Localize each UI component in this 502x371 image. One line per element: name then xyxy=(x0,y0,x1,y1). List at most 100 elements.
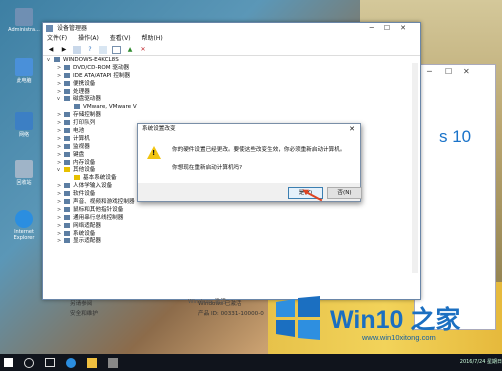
menu-action[interactable]: 操作(A) xyxy=(78,35,99,42)
tree-item[interactable]: > DVD/CD-ROM 驱动器 xyxy=(47,64,407,73)
collapse-arrow-icon[interactable]: > xyxy=(57,199,64,207)
system-info-strip: 另请参阅 Windows 已激活 安全和维护 产品 ID: 00331-1000… xyxy=(70,299,270,319)
tree-item[interactable]: > 鼠标和其他指针设备 xyxy=(47,206,407,215)
tree-item[interactable]: > 显示适配器 xyxy=(47,238,407,246)
monitor-icon[interactable] xyxy=(112,45,121,54)
uninstall-icon[interactable]: ✕ xyxy=(139,46,147,54)
desktop-icon-label: Administra... xyxy=(8,27,40,33)
collapse-arrow-icon[interactable]: > xyxy=(57,112,64,120)
tree-item[interactable]: > 通用串行总线控制器 xyxy=(47,214,407,223)
collapse-arrow-icon[interactable]: > xyxy=(57,160,64,168)
device-icon xyxy=(64,135,70,141)
desktop-icon-ie[interactable]: Internet Explorer xyxy=(4,210,44,241)
toolbar: ◀ ▶ ? ▲ ✕ xyxy=(43,44,420,56)
collapse-arrow-icon[interactable]: > xyxy=(57,73,64,81)
info-label[interactable]: 安全和维护 xyxy=(70,311,98,317)
menu-bar: 文件(F) 操作(A) 查看(V) 帮助(H) xyxy=(43,34,420,44)
collapse-arrow-icon[interactable]: > xyxy=(57,65,64,73)
tree-item[interactable]: v WINDOWS-E4KCL8S xyxy=(47,57,407,65)
device-icon xyxy=(64,206,70,212)
scrollbar[interactable] xyxy=(412,63,418,273)
user-folder-icon xyxy=(15,8,33,26)
minimize-icon[interactable]: ─ xyxy=(427,67,432,76)
device-icon xyxy=(64,112,70,118)
maximize-icon[interactable]: ☐ xyxy=(445,67,452,76)
collapse-arrow-icon[interactable]: > xyxy=(57,223,64,231)
tree-item-label: 内存设备 xyxy=(73,159,96,166)
device-icon xyxy=(54,57,60,62)
device-icon xyxy=(74,104,80,110)
start-icon[interactable] xyxy=(4,358,13,367)
tree-item[interactable]: v 磁盘驱动器 xyxy=(47,96,407,104)
collapse-arrow-icon[interactable]: > xyxy=(57,128,64,136)
tree-item[interactable]: > 存储控制器 xyxy=(47,112,407,120)
activation-text: Windows 激活 xyxy=(188,299,226,305)
desktop-icon-network[interactable]: 网络 xyxy=(4,112,44,138)
desktop-icon-label: 此电脑 xyxy=(16,78,32,84)
tree-item-label: 电池 xyxy=(73,128,85,135)
desktop-icon-user[interactable]: Administra... xyxy=(4,8,44,33)
tree-item-label: 存储控制器 xyxy=(73,112,101,119)
collapse-arrow-icon[interactable]: > xyxy=(57,215,64,223)
device-icon xyxy=(64,143,70,149)
collapse-arrow-icon[interactable]: > xyxy=(57,152,64,160)
menu-view[interactable]: 查看(V) xyxy=(110,35,131,42)
task-view-icon[interactable] xyxy=(45,358,55,367)
expand-arrow-icon[interactable]: v xyxy=(57,96,64,104)
collapse-arrow-icon[interactable]: > xyxy=(57,207,64,215)
device-icon xyxy=(64,151,70,157)
tree-item-label: 显示适配器 xyxy=(73,238,101,245)
device-manager-icon xyxy=(46,25,53,32)
desktop-icon-recycle-bin[interactable]: 回收站 xyxy=(4,160,44,186)
desktop-icon-this-pc[interactable]: 此电脑 xyxy=(4,58,44,84)
tree-item-label: 基本系统设备 xyxy=(83,175,117,182)
store-icon[interactable] xyxy=(108,357,118,368)
collapse-arrow-icon[interactable]: > xyxy=(57,231,64,239)
back-icon[interactable]: ◀ xyxy=(47,46,55,54)
scan-icon[interactable] xyxy=(99,45,107,54)
recycle-bin-icon xyxy=(15,160,33,178)
info-row: 安全和维护 产品 ID: 00331-10000-0 xyxy=(70,309,270,319)
menu-help[interactable]: 帮助(H) xyxy=(142,35,163,42)
expand-arrow-icon[interactable]: v xyxy=(47,57,54,65)
no-button[interactable]: 否(N) xyxy=(327,187,362,199)
collapse-arrow-icon[interactable]: > xyxy=(57,81,64,89)
edge-icon[interactable] xyxy=(66,357,76,368)
search-icon[interactable] xyxy=(24,357,34,368)
update-driver-icon[interactable]: ▲ xyxy=(126,46,134,54)
dialog-title-bar: 系统设置改变 ✕ xyxy=(138,124,360,135)
tree-item-label: 声音、视频和游戏控制器 xyxy=(73,199,135,206)
menu-file[interactable]: 文件(F) xyxy=(47,35,67,42)
desktop-icon-label: 网络 xyxy=(18,132,29,138)
tree-item-label: 便携设备 xyxy=(73,80,96,87)
clock[interactable]: 2016/7/24 星期日 xyxy=(460,358,502,365)
collapse-arrow-icon[interactable]: > xyxy=(57,89,64,97)
collapse-arrow-icon[interactable]: > xyxy=(57,238,64,246)
close-icon[interactable]: ✕ xyxy=(349,124,355,135)
tree-item[interactable]: > 网络适配器 xyxy=(47,222,407,231)
windows-brand-text: s 10 xyxy=(439,127,472,146)
tree-item[interactable]: > 处理器 xyxy=(47,88,407,97)
file-explorer-icon[interactable] xyxy=(87,357,97,368)
device-icon xyxy=(64,88,70,94)
collapse-arrow-icon[interactable]: > xyxy=(57,183,64,191)
tree-item[interactable]: > 系统设备 xyxy=(47,230,407,239)
tree-item[interactable]: > 便携设备 xyxy=(47,80,407,89)
properties-icon[interactable] xyxy=(73,45,81,54)
close-icon[interactable]: ✕ xyxy=(463,67,470,76)
help-icon[interactable]: ? xyxy=(86,46,94,54)
window-controls[interactable]: ─☐✕ xyxy=(370,23,416,34)
device-icon xyxy=(64,230,70,236)
forward-icon[interactable]: ▶ xyxy=(60,46,68,54)
expand-arrow-icon[interactable]: v xyxy=(57,167,64,175)
collapse-arrow-icon[interactable]: > xyxy=(57,191,64,199)
dialog-title: 系统设置改变 xyxy=(142,126,176,132)
tree-item[interactable]: VMware, VMware V xyxy=(47,104,407,112)
device-icon xyxy=(64,64,70,70)
collapse-arrow-icon[interactable]: > xyxy=(57,120,64,128)
tree-item[interactable]: > IDE ATA/ATAPI 控制器 xyxy=(47,72,407,81)
collapse-arrow-icon[interactable]: > xyxy=(57,144,64,152)
collapse-arrow-icon[interactable]: > xyxy=(57,136,64,144)
tree-item-label: WINDOWS-E4KCL8S xyxy=(63,57,119,63)
info-label[interactable]: 另请参阅 xyxy=(70,301,92,307)
